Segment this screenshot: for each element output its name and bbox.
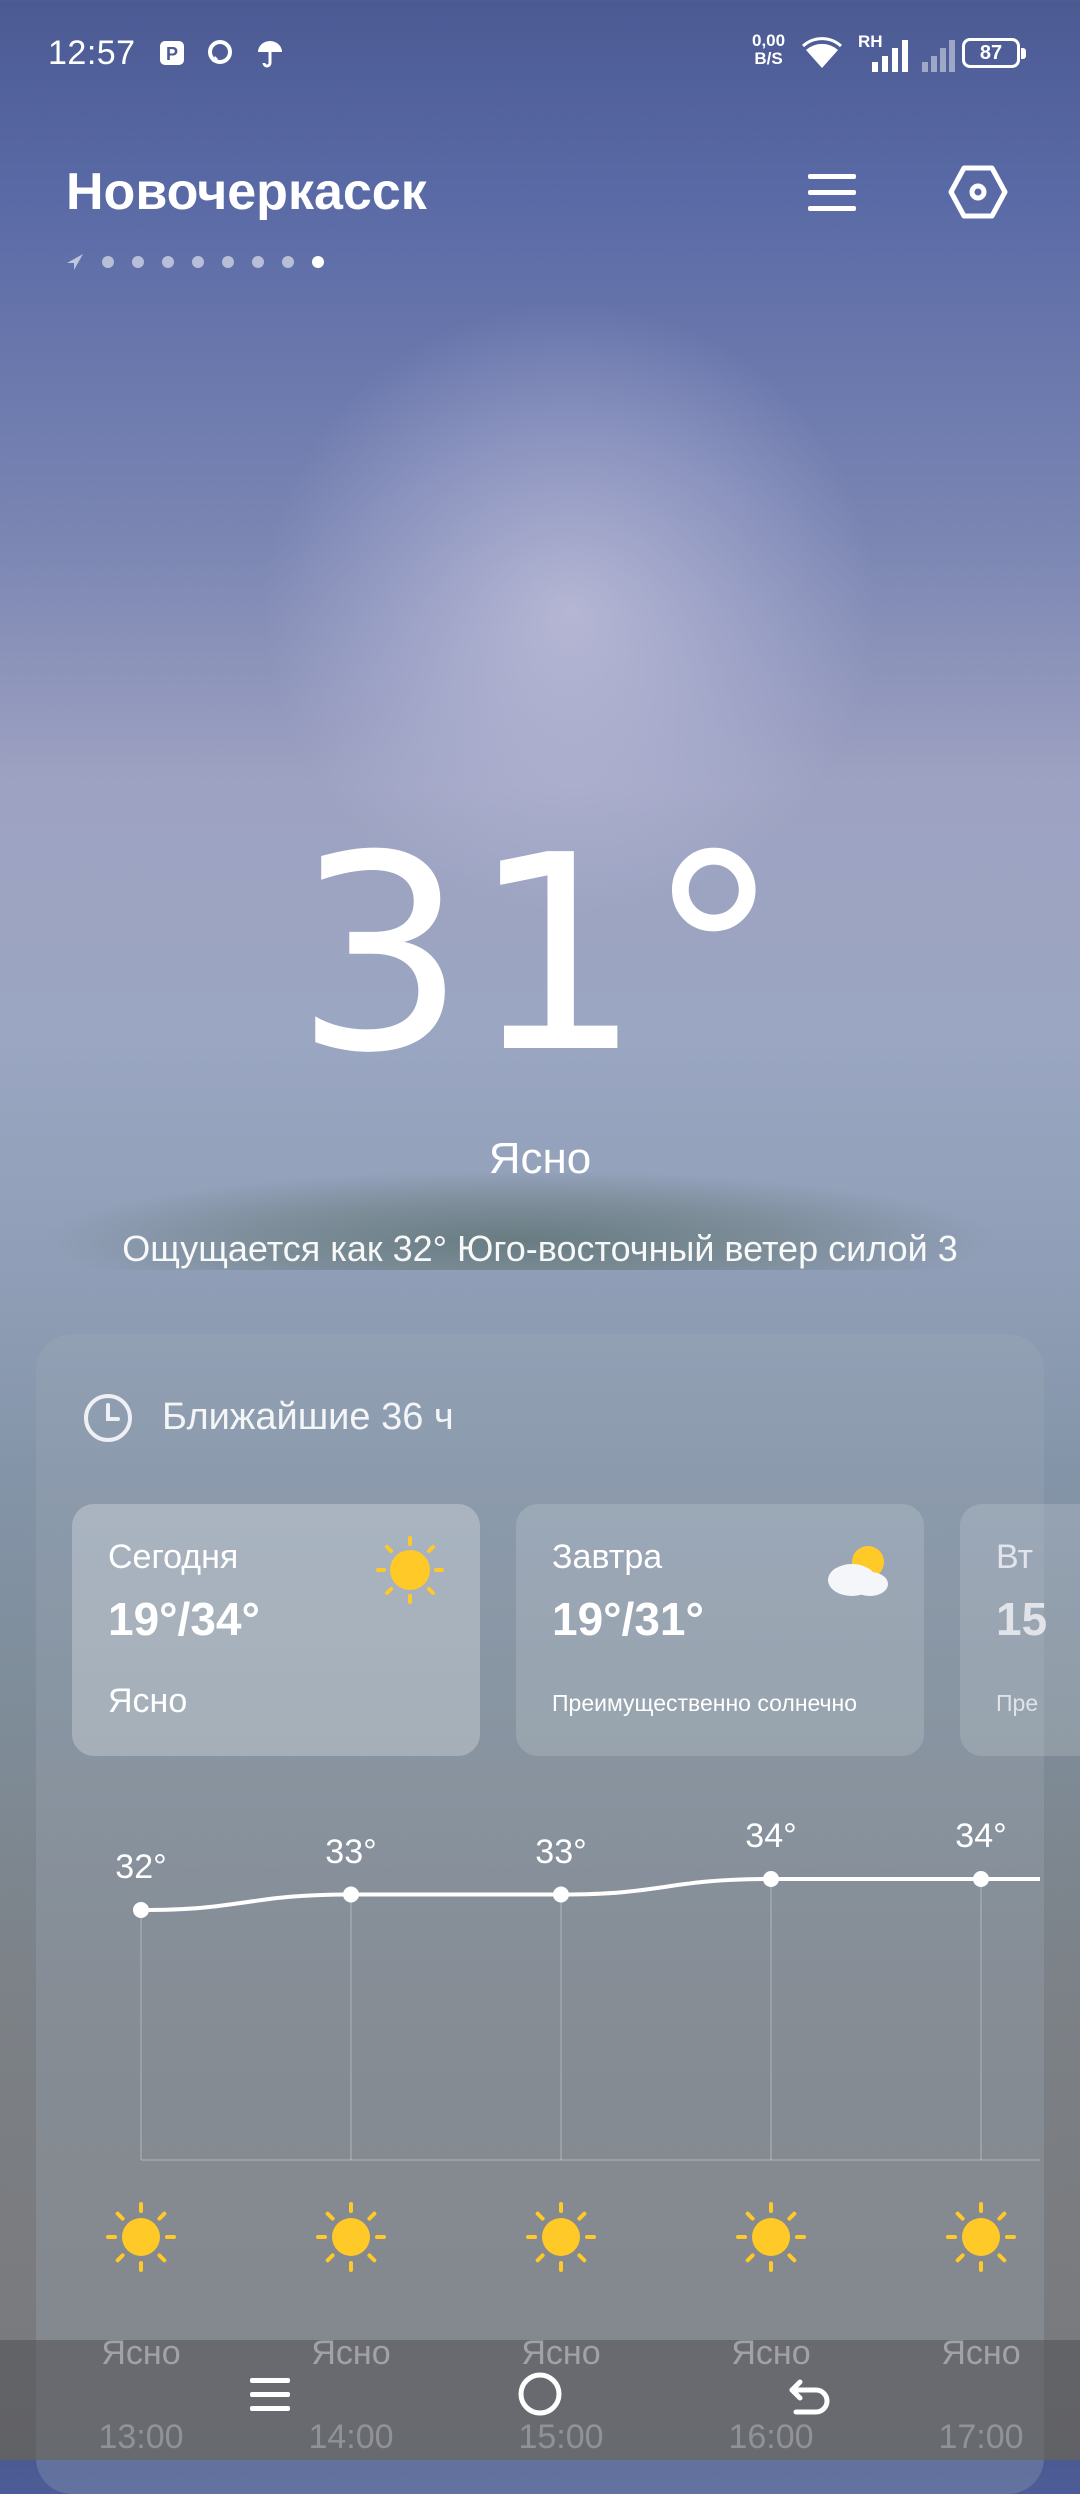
- hour-temp-label: 33°: [535, 1832, 587, 1871]
- hour-temp-label: 33°: [325, 1832, 377, 1871]
- sun-icon: [316, 2202, 386, 2272]
- hour-temp-label: 34°: [955, 1817, 1007, 1855]
- temperature-point: [763, 1871, 779, 1887]
- temperature-point: [973, 1871, 989, 1887]
- hourly-temperature-chart: [106, 1871, 1040, 2272]
- sun-icon: [946, 2202, 1016, 2272]
- temperature-point: [133, 1902, 149, 1918]
- temperature-point: [553, 1886, 569, 1903]
- temperature-point: [343, 1886, 359, 1903]
- back-icon[interactable]: [786, 2370, 834, 2423]
- hour-temp-label: 32°: [115, 1848, 167, 1886]
- hour-temp-label: 34°: [745, 1817, 797, 1855]
- temperature-line: [140, 1876, 1040, 1912]
- sun-icon: [526, 2202, 596, 2272]
- recent-apps-icon[interactable]: [246, 2370, 294, 2423]
- sun-icon: [736, 2202, 806, 2272]
- home-icon[interactable]: [516, 2370, 564, 2423]
- sun-icon: [106, 2202, 176, 2272]
- navigation-bar: [0, 2340, 1080, 2460]
